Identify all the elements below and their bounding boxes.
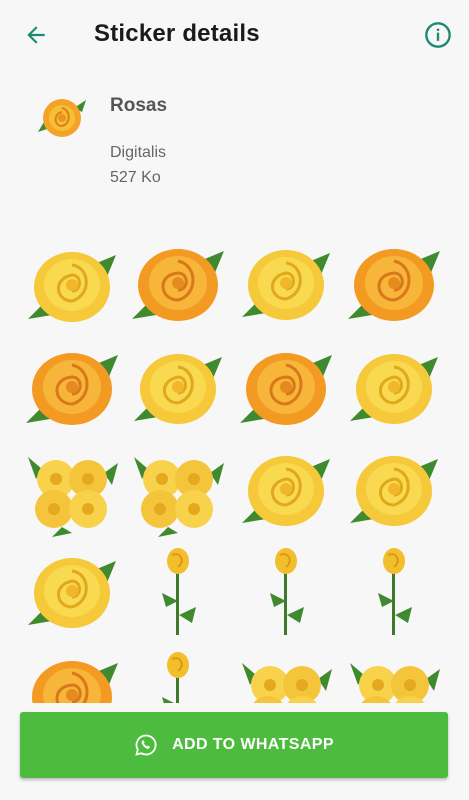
sticker-grid [0, 225, 469, 703]
sticker-20[interactable] [344, 645, 444, 703]
whatsapp-icon [135, 734, 157, 756]
sticker-3[interactable] [236, 233, 336, 333]
tray-icon [38, 99, 86, 137]
sticker-11[interactable] [236, 439, 336, 539]
pack-name: Rosas [110, 95, 168, 116]
sticker-12[interactable] [344, 439, 444, 539]
pack-header: Rosas Digitalis 527 Ko [0, 80, 469, 200]
sticker-7[interactable] [236, 337, 336, 437]
pack-publisher: Digitalis [110, 144, 167, 161]
sticker-13[interactable] [22, 541, 122, 641]
add-to-whatsapp-button[interactable]: ADD TO WHATSAPP [20, 712, 448, 778]
sticker-17[interactable] [22, 645, 122, 703]
info-icon [425, 22, 451, 48]
sticker-16[interactable] [344, 541, 444, 641]
sticker-18[interactable] [128, 645, 228, 703]
sticker-15[interactable] [236, 541, 336, 641]
page-title: Sticker details [94, 20, 260, 47]
sticker-1[interactable] [22, 235, 122, 335]
sticker-9[interactable] [22, 439, 122, 539]
app-bar: Sticker details [0, 0, 469, 70]
sticker-14[interactable] [128, 541, 228, 641]
arrow-back-icon [27, 26, 45, 44]
sticker-6[interactable] [128, 337, 228, 437]
sticker-2[interactable] [128, 233, 228, 333]
sticker-10[interactable] [128, 439, 228, 539]
back-button[interactable] [18, 17, 54, 53]
pack-size: 527 Ko [110, 169, 161, 186]
sticker-5[interactable] [22, 337, 122, 437]
sticker-8[interactable] [344, 337, 444, 437]
add-to-whatsapp-label: ADD TO WHATSAPP [172, 736, 334, 753]
info-button[interactable] [420, 17, 456, 53]
sticker-4[interactable] [344, 233, 444, 333]
sticker-19[interactable] [236, 645, 336, 703]
